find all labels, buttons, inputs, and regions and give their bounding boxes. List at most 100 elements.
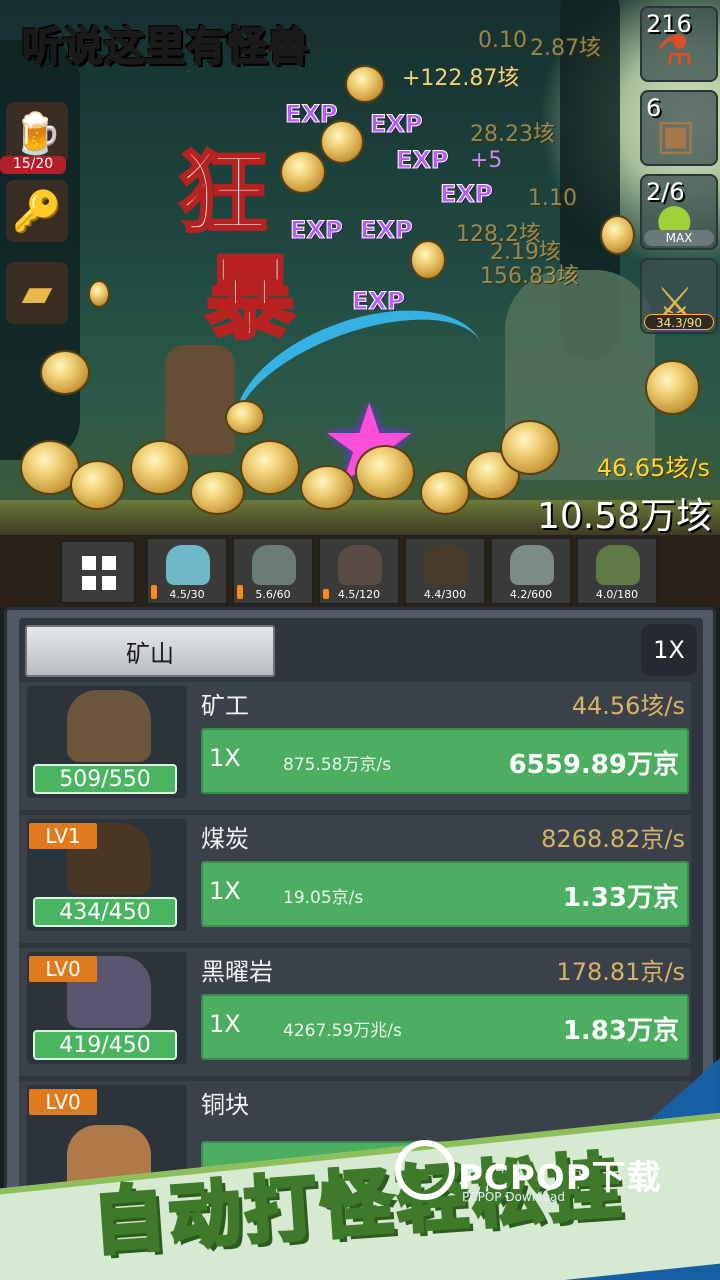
- coin-icon: [130, 440, 190, 495]
- potion-count: 216: [646, 10, 692, 38]
- monster-stat: 4.0/180: [595, 588, 639, 601]
- coin-icon: [300, 465, 355, 510]
- buy-cost: 1.33万京: [562, 883, 679, 913]
- treasure-button[interactable]: 🔑: [6, 180, 68, 242]
- item-rate: 44.56垓/s: [571, 692, 685, 720]
- monster-slot-ghoul[interactable]: 4.2/600: [490, 537, 572, 605]
- coin-icon: [355, 445, 415, 500]
- monster-stat: 4.4/300: [423, 588, 467, 601]
- watermark-subtext: PCPOP Download: [462, 1190, 565, 1204]
- pet-count: 2/6: [646, 178, 685, 206]
- weapon-progress: 34.3/90: [644, 314, 714, 330]
- gold-bar-button[interactable]: ▰: [6, 262, 68, 324]
- coin-icon: [225, 400, 265, 435]
- exp-popup: EXP: [396, 146, 449, 175]
- monster-stat: 4.5/120: [337, 588, 381, 601]
- buy-cost: 1.83万京: [562, 1016, 679, 1046]
- item-name: 黑曜岩: [201, 958, 273, 986]
- monster-slot-spider[interactable]: 4.4/300: [404, 537, 486, 605]
- coin-icon: [645, 360, 700, 415]
- battle-scene[interactable]: ★ 狂 暴 EXP EXP EXP EXP EXP EXP EXP +122.8…: [0, 0, 720, 535]
- bat-icon: [338, 545, 382, 585]
- damage-number: 2.87垓: [530, 36, 601, 61]
- ghoul-icon: [510, 545, 554, 585]
- chest-count: 6: [646, 94, 662, 122]
- monster-slot-bat[interactable]: 4.5/120: [318, 537, 400, 605]
- grid-menu-icon: [82, 556, 96, 570]
- upgrade-button[interactable]: 1X 4267.59万兆/s 1.83万京: [201, 994, 689, 1060]
- game-title-logo: 听说这里有怪兽: [21, 23, 309, 71]
- buy-multiplier: 1X: [209, 744, 241, 772]
- tab-mine[interactable]: 矿山: [25, 625, 275, 677]
- coin-icon: [410, 240, 446, 280]
- buy-increment: 4267.59万兆/s: [283, 1021, 402, 1041]
- tavern-counter: 15/20: [0, 156, 66, 174]
- exp-popup: EXP: [290, 216, 343, 245]
- level-badge: LV0: [29, 1089, 97, 1115]
- buy-cost: 6559.89万京: [508, 750, 679, 780]
- monster-stat: 5.6/60: [255, 588, 291, 601]
- zombie-icon: [252, 545, 296, 585]
- monster-slot-goblin[interactable]: 4.0/180: [576, 537, 658, 605]
- exp-popup: EXP: [440, 180, 493, 209]
- potion-slot[interactable]: ⚗ 216: [640, 6, 718, 82]
- damage-number: +122.87垓: [402, 66, 520, 91]
- list-item: LV0 419/450 黑曜岩 178.81京/s 1X 4267.59万兆/s…: [19, 948, 691, 1076]
- item-name: 矿工: [201, 692, 249, 720]
- list-item: 509/550 矿工 44.56垓/s 1X 875.58万京/s 6559.8…: [19, 682, 691, 810]
- treasure-key-icon: 🔑: [12, 188, 62, 235]
- monster-slot-slime[interactable]: 4.5/30: [146, 537, 228, 605]
- damage-number: 0.10: [478, 28, 527, 53]
- tavern-button[interactable]: 🍺: [6, 102, 68, 164]
- menu-grid-button[interactable]: [60, 540, 136, 604]
- coin-icon: [420, 470, 470, 515]
- monster-slot-zombie[interactable]: 5.6/60: [232, 537, 314, 605]
- gold-bar-icon: ▰: [21, 270, 53, 316]
- monster-stat: 4.2/600: [509, 588, 553, 601]
- coin-icon: [240, 440, 300, 495]
- chest-icon: ▣: [656, 110, 696, 159]
- exp-popup: EXP: [360, 216, 413, 245]
- coin-icon: [500, 420, 560, 475]
- slime-icon: [166, 545, 210, 585]
- beer-mug-icon: 🍺: [12, 110, 62, 157]
- exp-popup: EXP: [352, 287, 405, 316]
- item-name: 铜块: [201, 1091, 249, 1119]
- buy-multiplier: 1X: [209, 877, 241, 905]
- monster-stat: 4.5/30: [169, 588, 205, 601]
- list-item: LV1 434/450 煤炭 8268.82京/s 1X 19.05京/s 1.…: [19, 815, 691, 943]
- pcpop-logo-icon: [395, 1140, 455, 1200]
- goblin-icon: [596, 545, 640, 585]
- damage-number: +5: [470, 148, 503, 173]
- coin-icon: [280, 150, 326, 194]
- income-rate-popup: 46.65垓/s: [596, 454, 710, 482]
- coin-icon: [40, 350, 90, 395]
- damage-number: 156.83垓: [480, 264, 579, 289]
- coin-icon: [600, 215, 635, 255]
- coin-icon: [190, 470, 245, 515]
- item-rate: 178.81京/s: [556, 958, 685, 986]
- monster-select-bar: 4.5/30 5.6/60 4.5/120 4.4/300 4.2/600 4.…: [0, 535, 720, 607]
- item-rate: 8268.82京/s: [541, 825, 685, 853]
- level-badge: LV0: [29, 956, 97, 982]
- speed-multiplier-button[interactable]: 1X: [641, 624, 697, 676]
- rage-banner-line2: 暴: [204, 245, 301, 353]
- miner-icon: [67, 690, 151, 762]
- buy-increment: 19.05京/s: [283, 888, 364, 908]
- total-currency: 10.58万垓: [536, 496, 712, 535]
- weapon-slot[interactable]: ⚔ 34.3/90: [640, 258, 718, 334]
- damage-number: 28.23垓: [470, 122, 555, 147]
- buy-multiplier: 1X: [209, 1010, 241, 1038]
- upgrade-button[interactable]: 1X 19.05京/s 1.33万京: [201, 861, 689, 927]
- damage-number: 1.10: [528, 186, 577, 211]
- pet-max-badge: MAX: [644, 230, 714, 246]
- unit-count: 509/550: [33, 764, 177, 794]
- chest-slot[interactable]: ▣ 6: [640, 90, 718, 166]
- unit-count: 434/450: [33, 897, 177, 927]
- hero-character: [165, 345, 235, 455]
- pet-slot[interactable]: ● 2/6 MAX: [640, 174, 718, 250]
- upgrade-button[interactable]: 1X 875.58万京/s 6559.89万京: [201, 728, 689, 794]
- buy-increment: 875.58万京/s: [283, 755, 392, 775]
- spider-icon: [424, 545, 468, 585]
- coin-icon: [88, 280, 110, 308]
